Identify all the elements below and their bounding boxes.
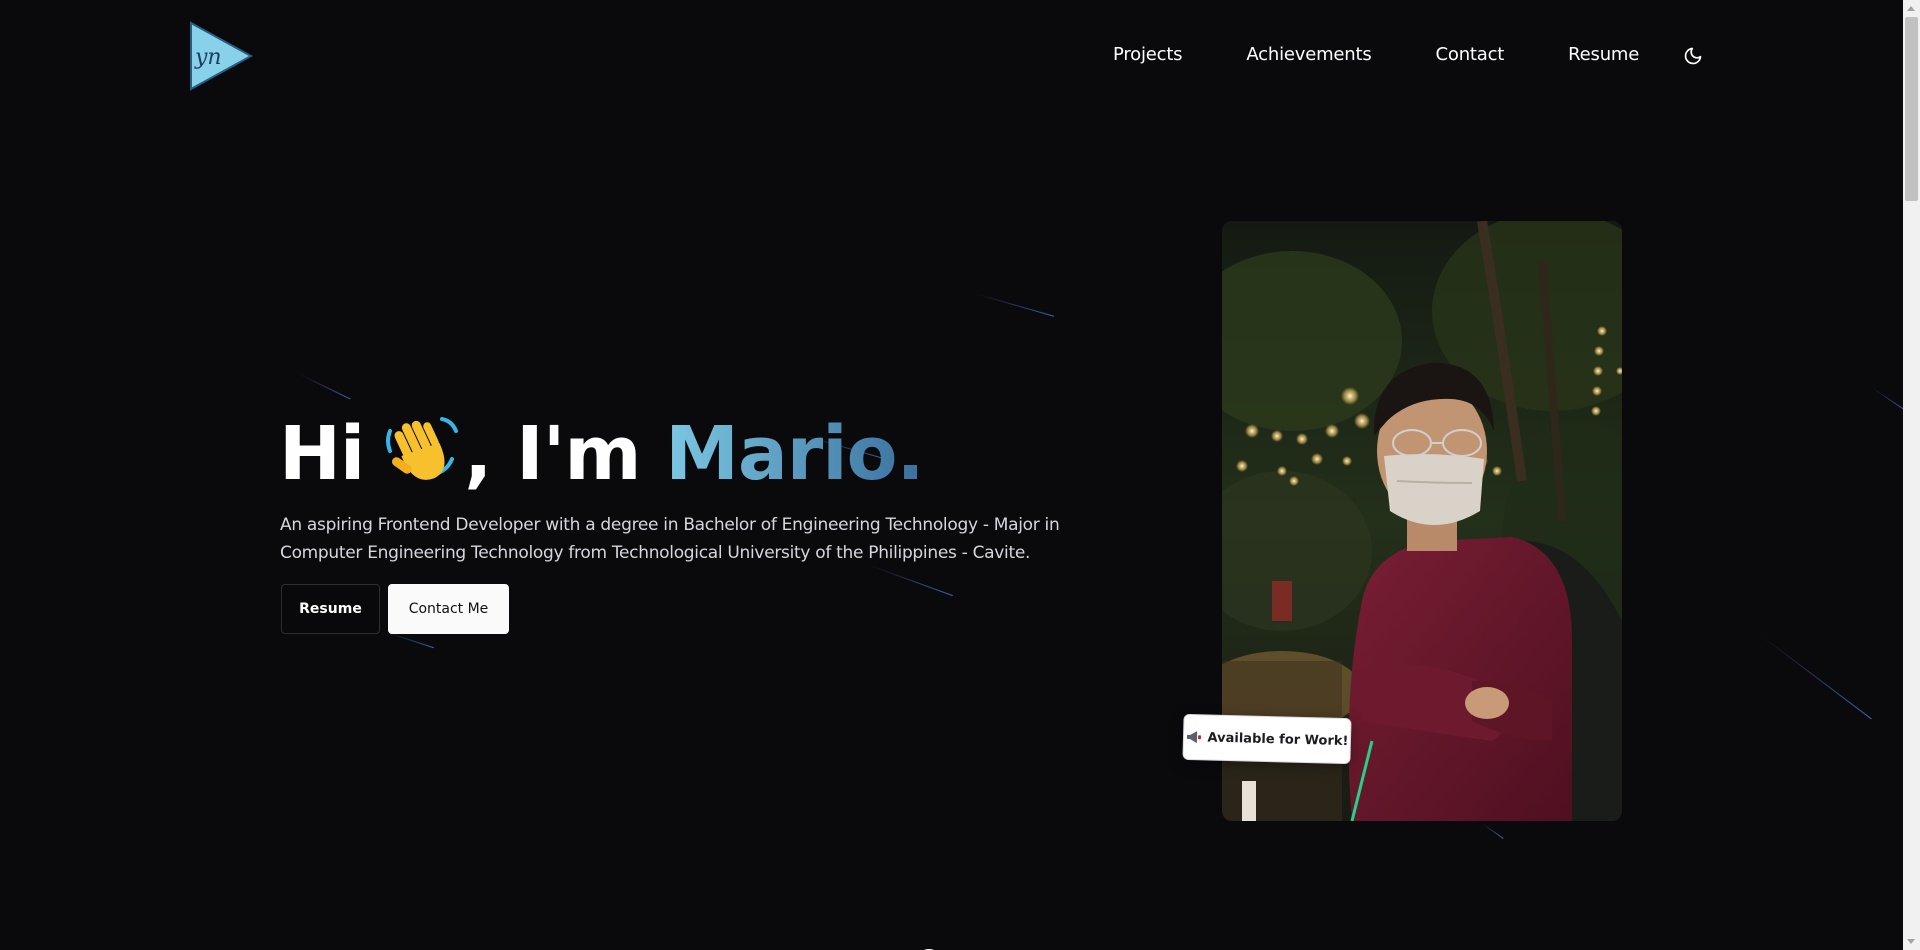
moon-icon: [1684, 47, 1702, 65]
page-scrollbar[interactable]: [1903, 0, 1920, 950]
nav-contact[interactable]: Contact: [1436, 44, 1505, 65]
hero-intro: , I'm: [464, 411, 641, 497]
scroll-down-arrow-icon[interactable]: [1907, 939, 1915, 944]
hero-name: Mario.: [665, 411, 924, 497]
hero-greeting: Hi: [279, 411, 365, 497]
scroll-thumb[interactable]: [1905, 17, 1918, 201]
scroll-up-arrow-icon[interactable]: [1907, 6, 1915, 11]
shooting-star-streak: [869, 565, 953, 597]
megaphone-icon: [1186, 731, 1201, 744]
nav-achievements[interactable]: Achievements: [1246, 44, 1371, 65]
shooting-star-streak: [1761, 636, 1872, 720]
shooting-star-streak: [299, 374, 351, 400]
nav-projects[interactable]: Projects: [1113, 44, 1183, 65]
yn-triangle-logo-icon: yn: [190, 21, 254, 91]
availability-badge: Available for Work!: [1182, 713, 1352, 765]
resume-button[interactable]: Resume: [281, 584, 380, 634]
hero-heading: Hi , I'm Mario.: [279, 405, 925, 503]
shooting-star-streak: [977, 294, 1055, 317]
svg-text:yn: yn: [194, 45, 222, 70]
theme-toggle-button[interactable]: [1683, 46, 1703, 66]
page: yn Projects Achievements Contact Resume …: [0, 0, 1920, 950]
shooting-star-streak: [1872, 388, 1907, 412]
shooting-star-streak: [1481, 823, 1504, 839]
main-nav: Projects Achievements Contact Resume: [1113, 44, 1703, 65]
hero-description: An aspiring Frontend Developer with a de…: [280, 515, 1060, 563]
waving-hand-icon: [382, 411, 460, 489]
next-section-heading-peek: [915, 938, 965, 950]
nav-resume[interactable]: Resume: [1568, 44, 1639, 65]
contact-me-button[interactable]: Contact Me: [388, 584, 509, 634]
shooting-star-streak: [389, 633, 434, 649]
site-logo[interactable]: yn: [188, 20, 254, 92]
availability-badge-label: Available for Work!: [1207, 729, 1349, 749]
